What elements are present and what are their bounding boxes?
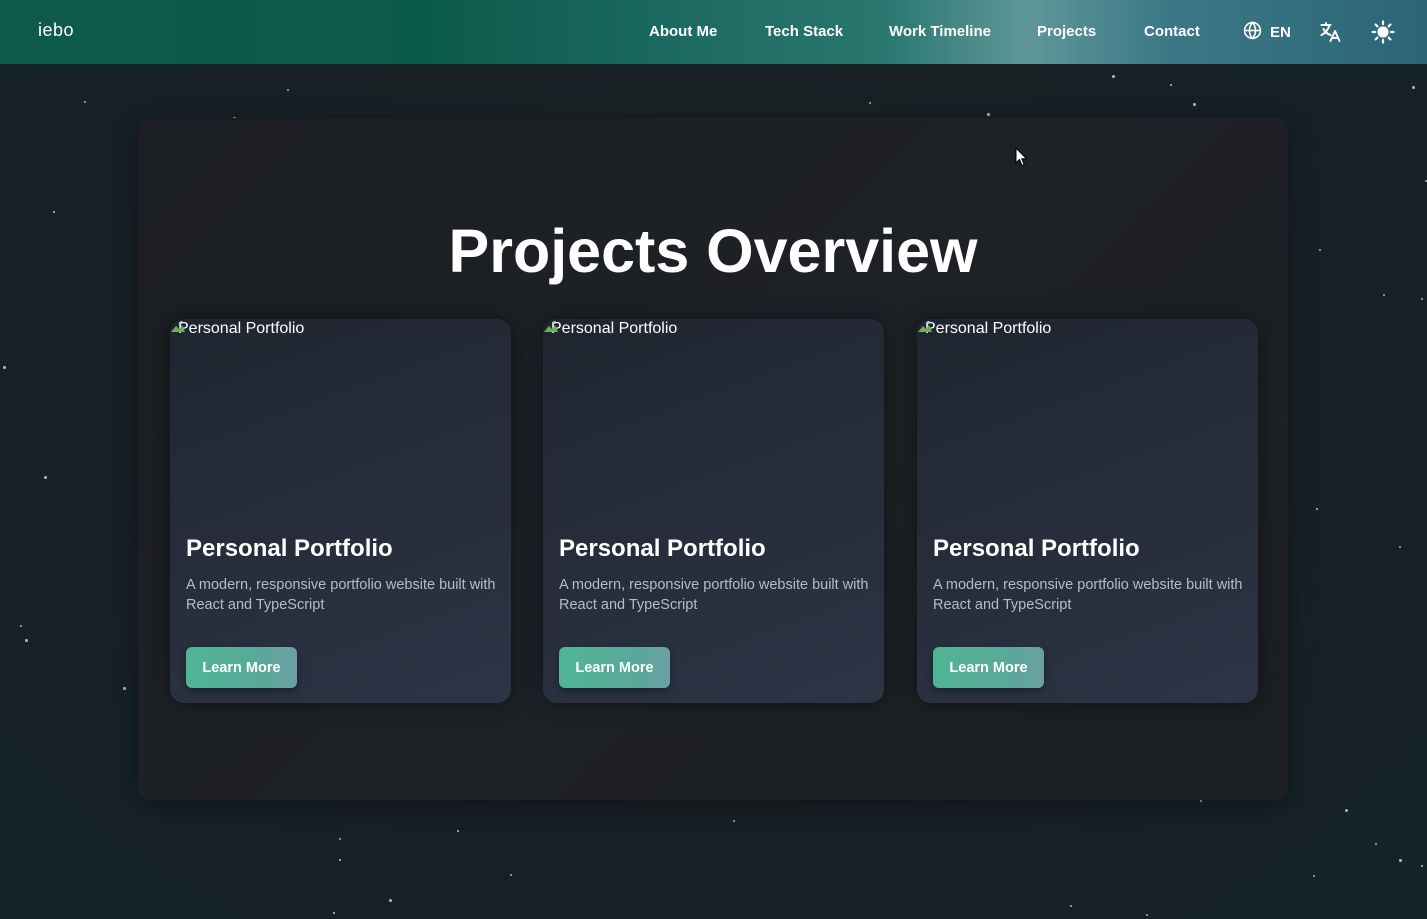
- star-dot: [1421, 298, 1423, 300]
- star-dot: [1399, 546, 1401, 548]
- project-description: A modern, responsive portfolio website b…: [186, 577, 496, 613]
- star-dot: [25, 639, 28, 642]
- project-image: Personal Portfolio: [170, 319, 511, 519]
- star-dot: [339, 859, 341, 861]
- star-dot: [1070, 905, 1072, 907]
- star-dot: [1399, 859, 1402, 862]
- star-dot: [1316, 508, 1318, 510]
- project-image: Personal Portfolio: [543, 319, 884, 519]
- translate-icon: [1318, 22, 1343, 48]
- star-dot: [1375, 843, 1377, 845]
- site-logo[interactable]: iebo: [38, 20, 74, 41]
- broken-image-icon: [917, 319, 933, 335]
- star-dot: [84, 101, 86, 103]
- star-dot: [1319, 249, 1321, 251]
- project-card: Personal Portfolio Personal Portfolio A …: [543, 319, 884, 703]
- nav-tech-stack[interactable]: Tech Stack: [765, 23, 843, 40]
- top-navbar: iebo About Me Tech Stack Work Timeline P…: [0, 0, 1427, 64]
- star-dot: [1412, 86, 1415, 89]
- nav-contact[interactable]: Contact: [1144, 23, 1200, 40]
- image-alt-text: Personal Portfolio: [178, 320, 305, 337]
- project-title: Personal Portfolio: [186, 535, 393, 562]
- star-dot: [389, 899, 392, 902]
- star-dot: [457, 830, 459, 832]
- project-description: A modern, responsive portfolio website b…: [933, 577, 1243, 613]
- projects-section: Projects Overview Personal Portfolio Per…: [138, 118, 1288, 800]
- star-dot: [510, 874, 512, 876]
- star-dot: [3, 366, 6, 369]
- star-dot: [869, 102, 871, 104]
- page-title: Projects Overview: [448, 217, 978, 285]
- star-dot: [1170, 84, 1172, 86]
- star-dot: [1146, 914, 1148, 916]
- language-label: EN: [1270, 24, 1291, 41]
- learn-more-button[interactable]: Learn More: [933, 647, 1044, 688]
- star-dot: [733, 820, 735, 822]
- star-dot: [987, 113, 990, 116]
- language-selector[interactable]: EN: [1243, 21, 1291, 44]
- project-card: Personal Portfolio Personal Portfolio A …: [917, 319, 1258, 703]
- star-dot: [123, 687, 126, 690]
- star-dot: [1383, 294, 1385, 296]
- broken-image-icon: [543, 319, 559, 335]
- learn-more-button[interactable]: Learn More: [559, 647, 670, 688]
- project-description: A modern, responsive portfolio website b…: [559, 577, 869, 613]
- star-dot: [287, 89, 289, 91]
- learn-more-button[interactable]: Learn More: [186, 647, 297, 688]
- star-dot: [339, 838, 341, 840]
- star-dot: [333, 912, 335, 914]
- globe-icon: [1243, 21, 1262, 44]
- image-alt-text: Personal Portfolio: [551, 320, 678, 337]
- mouse-cursor-icon: [1015, 146, 1028, 172]
- star-dot: [1193, 103, 1196, 106]
- project-image: Personal Portfolio: [917, 319, 1258, 519]
- nav-about-me[interactable]: About Me: [649, 23, 717, 40]
- star-dot: [1200, 800, 1202, 802]
- nav-work-timeline[interactable]: Work Timeline: [889, 23, 991, 40]
- star-dot: [1345, 809, 1348, 812]
- star-dot: [1421, 865, 1423, 867]
- sun-icon: [1371, 20, 1395, 48]
- star-dot: [20, 625, 22, 627]
- star-dot: [1112, 75, 1115, 78]
- nav-projects[interactable]: Projects: [1037, 23, 1096, 40]
- broken-image-icon: [170, 319, 186, 335]
- project-title: Personal Portfolio: [933, 535, 1140, 562]
- star-dot: [44, 476, 47, 479]
- image-alt-text: Personal Portfolio: [925, 320, 1052, 337]
- project-title: Personal Portfolio: [559, 535, 766, 562]
- star-dot: [1313, 875, 1315, 877]
- translate-button[interactable]: [1318, 20, 1343, 49]
- theme-toggle-button[interactable]: [1371, 20, 1395, 49]
- star-dot: [53, 211, 55, 213]
- project-card: Personal Portfolio Personal Portfolio A …: [170, 319, 511, 703]
